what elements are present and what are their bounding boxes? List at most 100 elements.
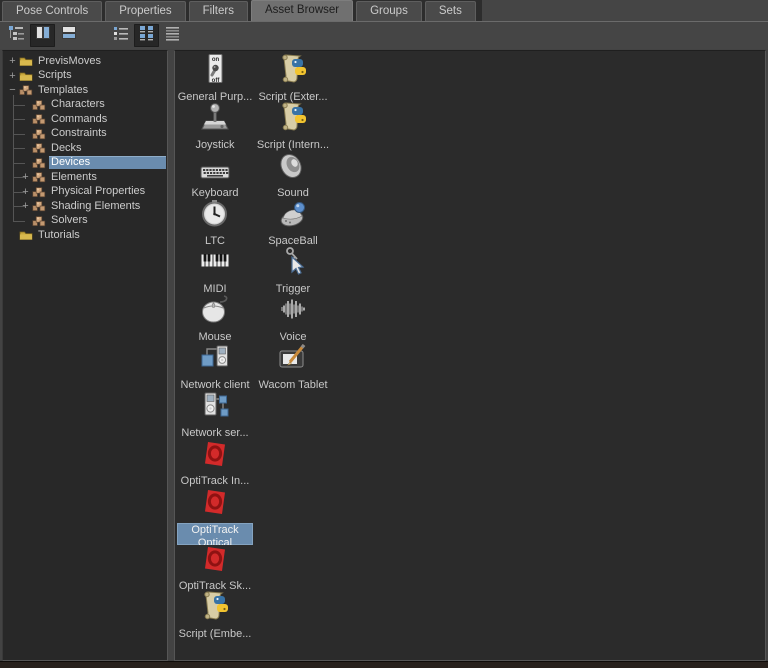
asset-item-script-embe[interactable]: Script (Embe... [176,593,254,641]
tree-item-label: Devices [49,156,166,169]
tree-item-decks[interactable]: Decks [3,141,167,156]
asset-item-ltc[interactable]: LTC [176,200,254,248]
asset-item-trigger[interactable]: Trigger [254,248,332,296]
asset-item-joystick[interactable]: Joystick [176,104,254,152]
tab-sets[interactable]: Sets [425,1,476,21]
template-icon [32,157,46,169]
asset-grid: onoff General Purp... Joystick Keyboard … [175,51,765,641]
svg-text:off: off [212,78,221,84]
tree-item-label: Elements [49,171,99,184]
tree-item-physical-properties[interactable]: + Physical Properties [3,185,167,200]
split-horizontal-button[interactable] [56,24,81,47]
tab-pose-controls[interactable]: Pose Controls [2,1,102,21]
svg-text:on: on [212,57,220,63]
sound-icon [277,149,309,186]
expander-icon[interactable]: + [19,187,32,197]
tab-properties[interactable]: Properties [105,1,185,21]
tree-item-label: Commands [49,113,109,126]
asset-item-script-intern[interactable]: Script (Intern... [254,104,332,152]
tab-bar: Pose ControlsPropertiesFiltersAsset Brow… [0,0,768,22]
asset-item-midi[interactable]: MIDI [176,248,254,296]
tree-item-scripts[interactable]: + Scripts [3,69,167,84]
asset-item-mouse[interactable]: Mouse [176,296,254,344]
template-icon [32,200,46,212]
tree-item-elements[interactable]: + Elements [3,170,167,185]
template-icon [19,84,33,96]
folder-icon [19,229,33,241]
network-server-icon [199,389,231,426]
asset-item-general-purp[interactable]: onoff General Purp... [176,56,254,104]
asset-item-sound[interactable]: Sound [254,152,332,200]
tree-item-characters[interactable]: Characters [3,98,167,113]
list-view-button[interactable] [108,24,133,47]
tree-panel: + PrevisMoves + Scripts − Templates Char… [2,50,168,661]
template-icon [32,113,46,125]
trigger-icon [277,245,309,282]
optitrack-icon [199,437,231,474]
tree-branch-line [13,95,14,221]
asset-item-keyboard[interactable]: Keyboard [176,152,254,200]
template-icon [32,128,46,140]
asset-item-spaceball[interactable]: SpaceBall [254,200,332,248]
tree-item-label: Templates [36,84,90,97]
expander-icon[interactable]: + [19,201,32,211]
expander-icon[interactable]: + [6,71,19,81]
tree-item-templates[interactable]: − Templates [3,83,167,98]
folder-icon [19,55,33,67]
wacom-tablet-icon [277,341,309,378]
asset-item-label: Script (Embe... [179,628,252,641]
detail-view-icon [164,24,182,47]
asset-item-network-client[interactable]: Network client [176,344,254,392]
asset-item-wacom-tablet[interactable]: Wacom Tablet [254,344,332,392]
midi-icon [199,245,231,282]
tree-item-solvers[interactable]: Solvers [3,214,167,229]
asset-grid-column-1: onoff General Purp... Joystick Keyboard … [176,56,254,641]
tree-item-constraints[interactable]: Constraints [3,127,167,142]
asset-item-script-exter[interactable]: Script (Exter... [254,56,332,104]
network-client-icon [199,341,231,378]
tree-item-label: Solvers [49,214,90,227]
tree-view-icon [8,24,26,47]
split-vertical-button[interactable] [30,24,55,47]
tree-item-shading-elements[interactable]: + Shading Elements [3,199,167,214]
keyboard-icon [199,149,231,186]
bottom-edge [0,661,768,668]
toolbar-group-2 [108,24,186,47]
asset-item-network-ser[interactable]: Network ser... [176,392,254,440]
folder-icon [19,70,33,82]
expander-icon[interactable]: + [19,172,32,182]
asset-item-optitrack-sk[interactable]: OptiTrack Sk... [176,545,254,593]
asset-item-label: Wacom Tablet [258,379,327,392]
template-icon [32,171,46,183]
asset-item-voice[interactable]: Voice [254,296,332,344]
tree-item-tutorials[interactable]: Tutorials [3,228,167,243]
clock-icon [199,197,231,234]
mouse-icon [199,293,231,330]
toolbar [0,22,768,49]
optitrack-icon [199,542,231,579]
tree-item-commands[interactable]: Commands [3,112,167,127]
tab-groups[interactable]: Groups [356,1,422,21]
template-icon [32,186,46,198]
template-icon [32,215,46,227]
tree-item-prevismoves[interactable]: + PrevisMoves [3,54,167,69]
tree-item-label: Constraints [49,127,109,140]
detail-view-button[interactable] [160,24,185,47]
python-script-icon [277,53,309,90]
expander-icon[interactable]: − [6,85,19,95]
python-script-icon [199,590,231,627]
asset-grid-panel: onoff General Purp... Joystick Keyboard … [174,50,766,661]
asset-item-optitrack-optical[interactable]: OptiTrack Optical [176,488,254,545]
tab-filters[interactable]: Filters [189,1,248,21]
expander-icon[interactable]: + [6,56,19,66]
grid-view-icon [138,24,156,47]
tab-asset-browser[interactable]: Asset Browser [251,0,353,21]
voice-icon [277,293,309,330]
grid-view-button[interactable] [134,24,159,47]
template-icon [32,99,46,111]
asset-grid-column-2: Script (Exter... Script (Intern... Sound… [254,56,332,641]
tree-view-button[interactable] [4,24,29,47]
asset-item-optitrack-in[interactable]: OptiTrack In... [176,440,254,488]
tree-item-devices[interactable]: Devices [3,156,167,171]
list-view-icon [112,24,130,47]
